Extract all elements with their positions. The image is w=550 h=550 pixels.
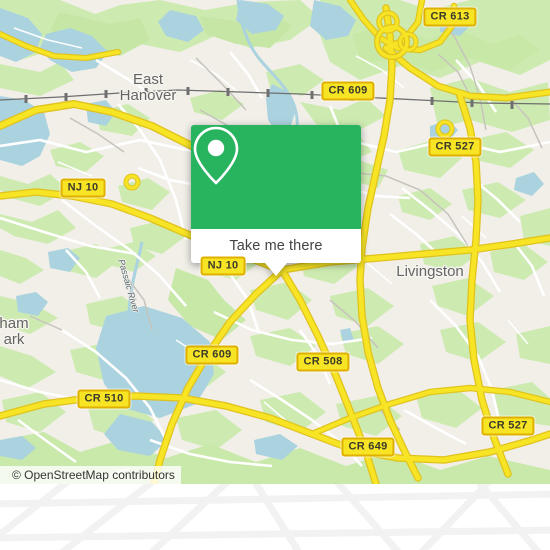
map-screenshot: CR 613 CR 609 CR 527 NJ 10 NJ 10 CR 609 … [0,0,550,550]
road-shield: CR 609 [185,345,239,365]
road-shield: CR 649 [341,437,395,457]
road-shield: CR 527 [481,416,535,436]
road-shield: CR 613 [423,7,477,27]
footer-watermark [0,484,550,550]
popup-header [191,125,361,229]
road-shield: CR 527 [428,137,482,157]
popup-cta-label: Take me there [229,238,323,254]
place-label-east-hanover: East Hanover [119,71,177,104]
place-label-livingston: Livingston [396,263,464,280]
footer-bar: W Mt Pleasant Ave, Livingston, NJ 07039,… [0,484,550,550]
place-label-florham-park: ham ark [0,315,29,348]
osm-attribution[interactable]: © OpenStreetMap contributors [0,466,181,484]
map-pin-icon [193,126,239,185]
map-canvas[interactable]: CR 613 CR 609 CR 527 NJ 10 NJ 10 CR 609 … [0,0,550,484]
road-shield: CR 609 [321,81,375,101]
popup-pointer [265,263,287,276]
road-shield: NJ 10 [60,178,106,198]
road-shield: CR 508 [296,352,350,372]
road-shield: NJ 10 [200,256,246,276]
location-popup[interactable]: Take me there [191,125,361,276]
road-shield: CR 510 [77,389,131,409]
